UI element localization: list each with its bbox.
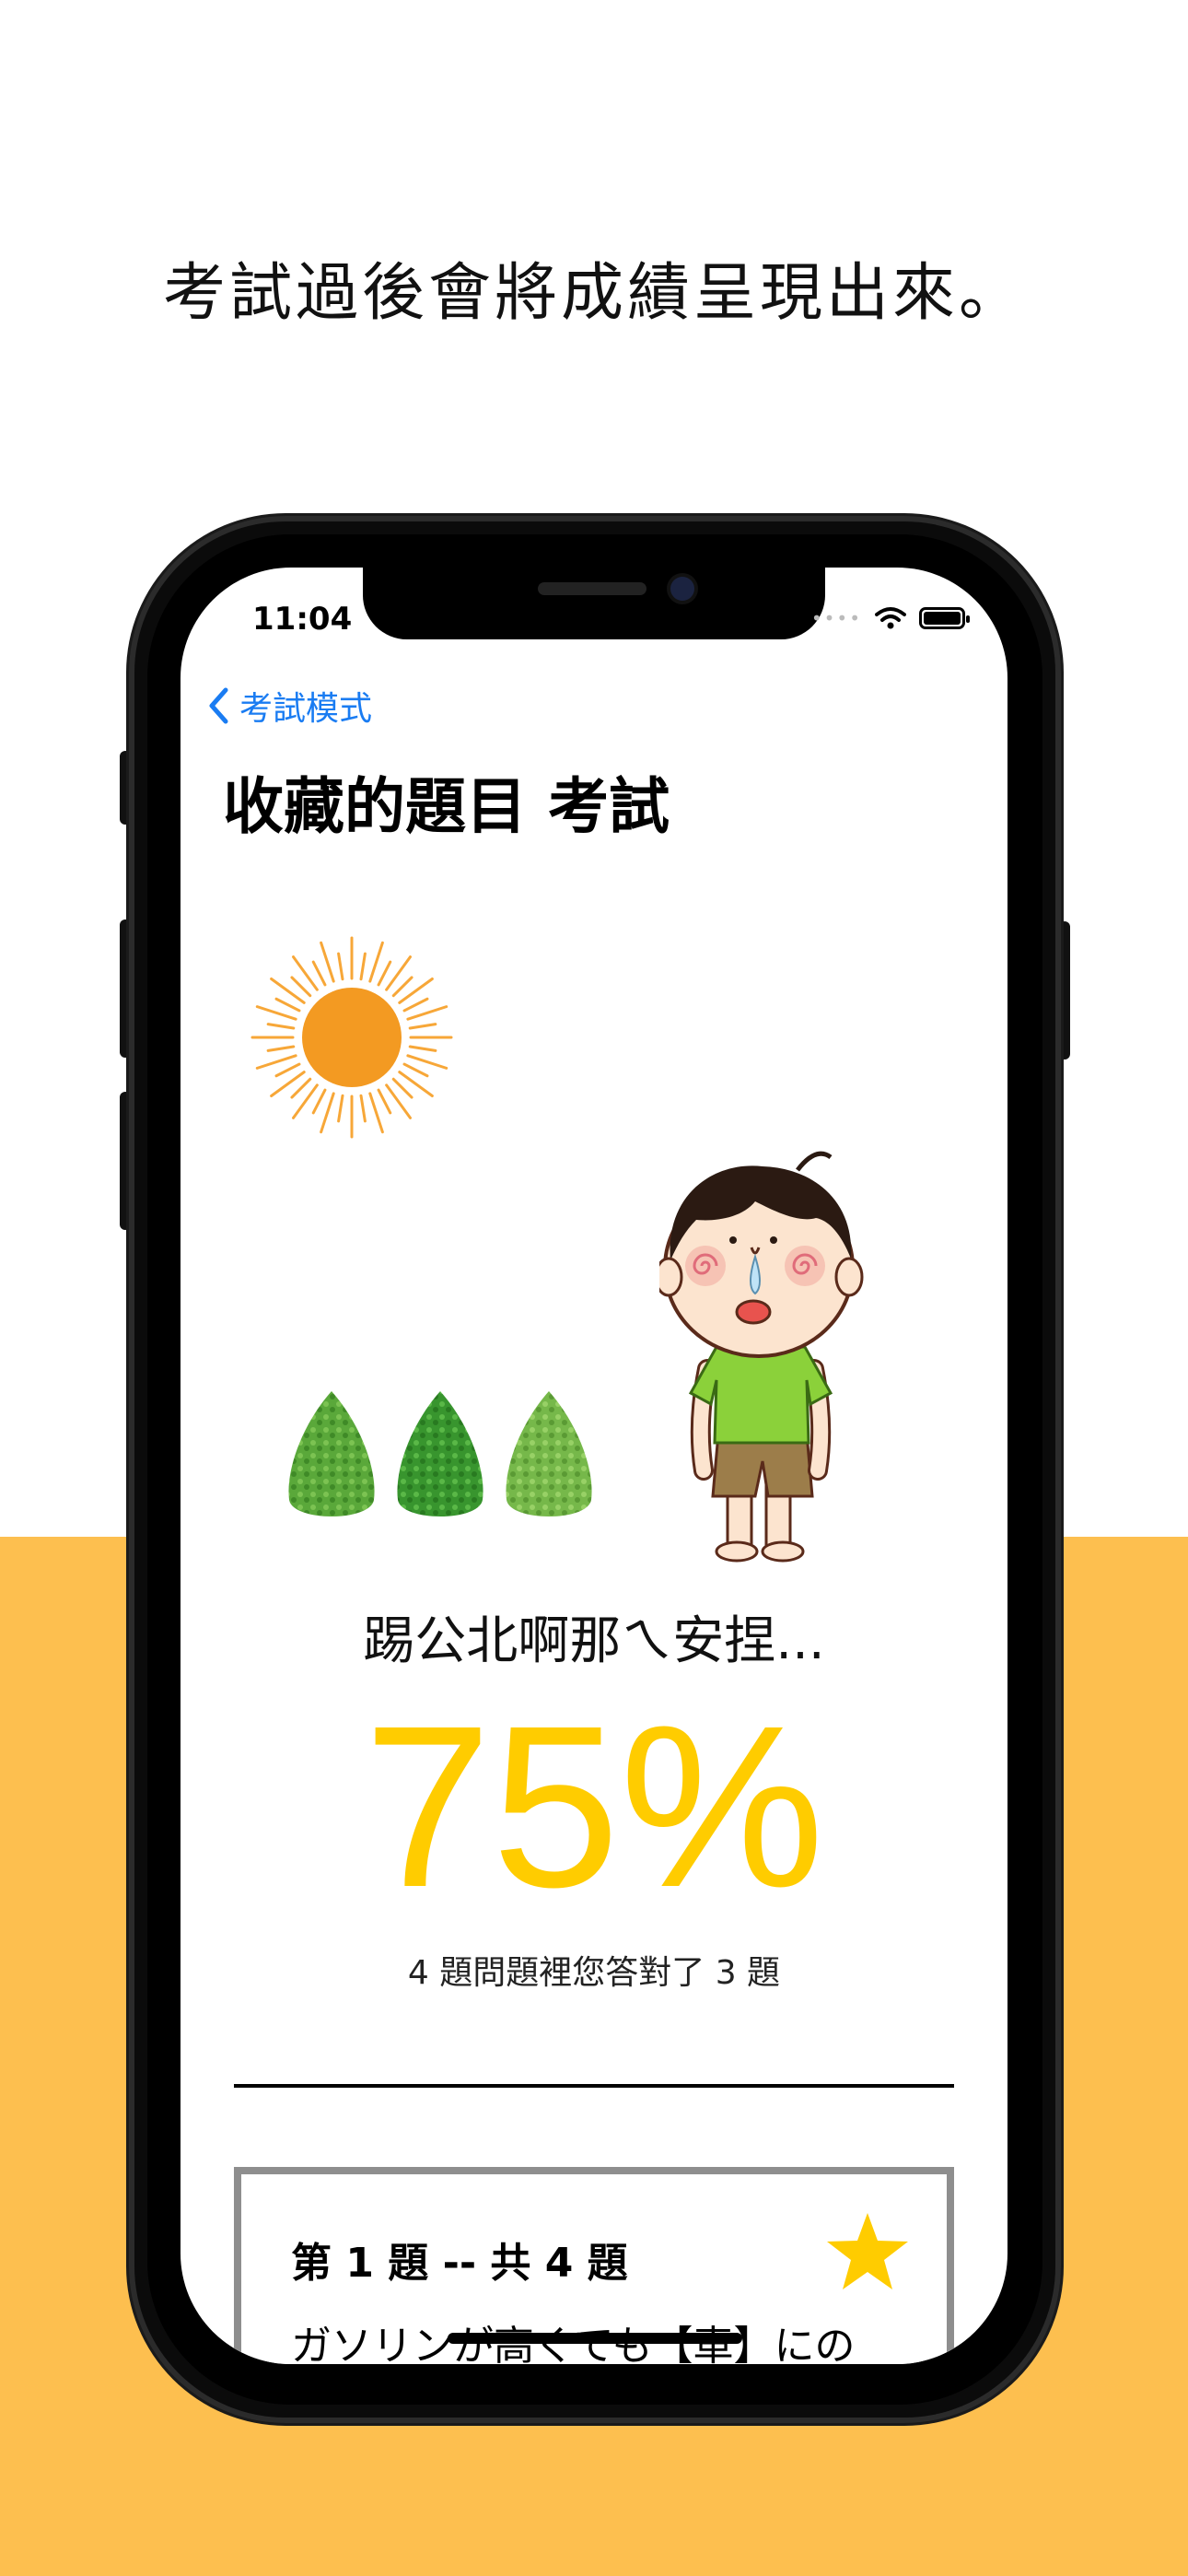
sun-ray [274,1062,301,1078]
page-title: 收藏的題目 考試 [223,771,670,842]
sun-illustration [250,936,453,1139]
sun-ray [406,1005,448,1021]
sun-ray [391,1077,413,1099]
sun-ray [406,1054,448,1070]
sun-ray [377,960,392,987]
notch [363,568,825,639]
sun-ray [377,1088,392,1115]
sun-ray [311,960,327,987]
home-indicator[interactable] [448,2333,742,2344]
boy-illustration [659,1151,864,1563]
sun-ray [368,941,384,983]
sun-ray [255,1054,297,1070]
tree-illustration [288,1391,592,1516]
sun-ray [359,952,367,981]
back-label: 考試模式 [239,690,373,728]
sun-ray [391,976,413,998]
star-icon[interactable] [825,2211,910,2292]
sun-ray [408,1023,437,1030]
status-indicators: •••• [810,606,970,630]
sun-ray [368,1092,384,1134]
score-summary: 4 題問題裡您答對了 3 題 [407,1954,781,1992]
sun-ray [255,1005,297,1021]
back-button[interactable]: 考試模式 [208,682,372,730]
sun-ray [402,997,429,1013]
sun-ray [337,952,344,981]
sun-ray [266,1045,296,1052]
sun-ray [320,1092,335,1134]
divider [234,2084,954,2088]
sun-ray [266,1023,296,1030]
sun-ray [311,1088,327,1115]
back-chevron-icon [209,687,228,724]
score-percentage: 75% [363,1678,825,1935]
wifi-icon [875,607,906,629]
question-header: 第 1 題 -- 共 4 題 [291,2240,628,2287]
promo-caption: 考試過後會將成績呈現出來。 [162,257,1025,330]
phone-screen: 11:04 •••• 考試模式 收藏的題目 考試 踢公北啊那ㄟ安捏... 75%… [181,568,1007,2364]
signal-dots-icon: •••• [810,607,862,629]
status-time: 11:04 [252,601,353,638]
sun-ray [274,997,301,1013]
battery-icon [919,607,970,629]
sun-ray [408,1045,437,1052]
sun-ray [402,1062,429,1078]
sun-ray [320,941,335,983]
sun-ray [337,1094,344,1123]
sun-ray [359,1094,367,1123]
speaker [538,582,646,595]
front-camera [670,577,694,601]
result-message: 踢公北啊那ㄟ安捏... [363,1611,825,1671]
sun-ray [290,1077,312,1099]
sun-ray [290,976,312,998]
